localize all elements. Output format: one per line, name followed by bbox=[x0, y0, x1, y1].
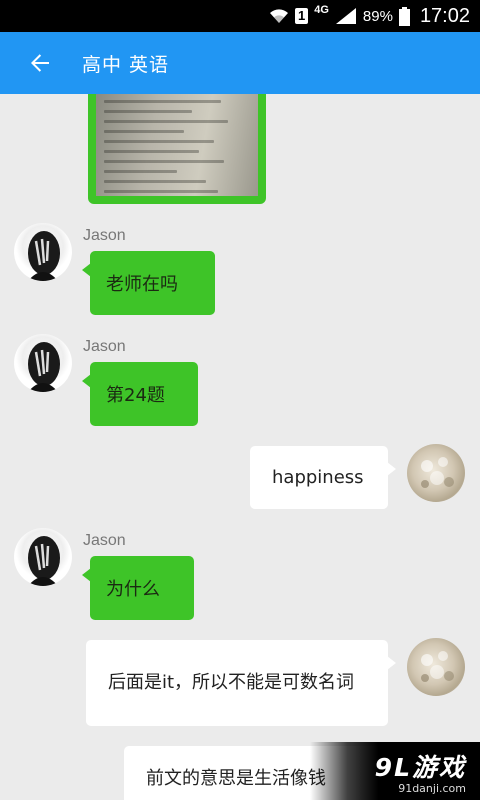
message-text: 前文的意思是生活像钱 bbox=[146, 768, 326, 789]
signal-icon bbox=[335, 8, 356, 24]
message-text: 老师在吗 bbox=[106, 274, 178, 295]
avatar-portrait-icon bbox=[28, 536, 60, 586]
watermark-url: 91danji.com bbox=[398, 781, 466, 795]
outgoing-message[interactable]: happiness bbox=[250, 446, 396, 509]
message-text: 为什么 bbox=[106, 579, 160, 600]
avatar-portrait-icon bbox=[28, 342, 60, 392]
sender-name: Jason bbox=[83, 532, 126, 549]
status-bar: 1 4G 89% 17:02 bbox=[0, 0, 480, 32]
message-text: 第24题 bbox=[106, 385, 165, 406]
incoming-message[interactable]: 第24题 bbox=[82, 362, 198, 426]
network-type: 4G bbox=[314, 4, 329, 16]
back-button[interactable] bbox=[18, 41, 62, 85]
avatar[interactable] bbox=[14, 223, 72, 281]
sender-name: Jason bbox=[83, 338, 126, 355]
sender-name: Jason bbox=[83, 227, 126, 244]
avatar[interactable] bbox=[407, 638, 465, 696]
battery-percent: 89% bbox=[362, 7, 393, 25]
battery-icon bbox=[398, 6, 410, 26]
chat-list[interactable]: Jason 老师在吗 Jason 第24题 happiness Jason 为什… bbox=[0, 94, 480, 800]
incoming-message[interactable]: 为什么 bbox=[82, 556, 194, 620]
incoming-message[interactable]: 老师在吗 bbox=[82, 251, 215, 315]
avatar[interactable] bbox=[14, 528, 72, 586]
textbook-photo[interactable] bbox=[96, 94, 258, 196]
app-bar: 高中 英语 bbox=[0, 32, 480, 94]
clock: 17:02 bbox=[419, 4, 470, 27]
watermark-logo: 9L游戏 bbox=[374, 752, 466, 782]
arrow-left-icon bbox=[31, 54, 49, 72]
outgoing-message[interactable]: 后面是it，所以不能是可数名词 bbox=[86, 640, 396, 726]
message-text: happiness bbox=[272, 466, 364, 488]
conversation-title: 高中 英语 bbox=[82, 53, 170, 76]
site-watermark: 9L游戏 91danji.com bbox=[310, 742, 480, 800]
avatar-portrait-icon bbox=[28, 231, 60, 281]
sim-slot-indicator: 1 bbox=[294, 8, 309, 24]
avatar[interactable] bbox=[14, 334, 72, 392]
wifi-icon bbox=[269, 9, 288, 23]
avatar[interactable] bbox=[407, 444, 465, 502]
avatar-coral-icon bbox=[421, 651, 454, 682]
avatar-coral-icon bbox=[421, 457, 454, 488]
image-message[interactable] bbox=[88, 94, 266, 204]
message-text: 后面是it，所以不能是可数名词 bbox=[108, 672, 355, 693]
